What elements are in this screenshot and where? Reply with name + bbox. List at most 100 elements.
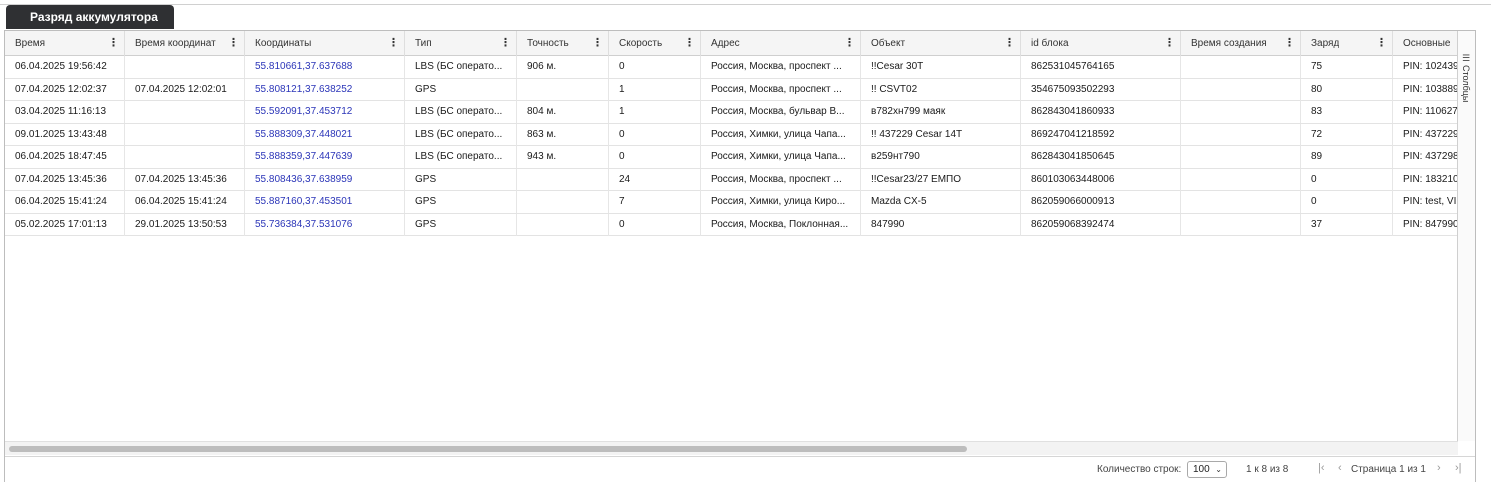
table-row[interactable]: 07.04.2025 12:02:37 07.04.2025 12:02:01 55… (5, 78, 1458, 101)
column-menu-icon[interactable]: ⋮ (1376, 31, 1387, 56)
column-header-time[interactable]: Время ⋮ (5, 31, 125, 56)
last-page-icon[interactable]: ›| (1455, 462, 1462, 474)
cell-coord-time: 07.04.2025 13:45:36 (125, 168, 245, 191)
cell-speed: 0 (609, 213, 701, 236)
column-menu-icon[interactable]: ⋮ (1004, 31, 1015, 56)
column-header-speed[interactable]: Скорость ⋮ (609, 31, 701, 56)
cell-accuracy (517, 191, 609, 213)
column-header-created[interactable]: Время создания ⋮ (1181, 31, 1301, 56)
column-header-label: Время создания (1191, 38, 1267, 49)
columns-icon: ☰ (1462, 53, 1471, 63)
cell-object: 847990 (861, 213, 1021, 236)
column-header-coords[interactable]: Координаты ⋮ (245, 31, 405, 56)
cell-time: 07.04.2025 12:02:37 (5, 78, 125, 101)
coordinates-link[interactable]: 55.810661,37.637688 (245, 56, 405, 78)
grid-header: Время ⋮ Время координат ⋮ Координаты ⋮ Тип ⋮ Точ… (5, 31, 1458, 56)
tab-battery-discharge[interactable]: Разряд аккумулятора (6, 5, 174, 29)
table-row[interactable]: 06.04.2025 19:56:42 55.810661,37.637688 LB… (5, 56, 1458, 79)
cell-block-id: 862843041850645 (1021, 146, 1181, 168)
cell-accuracy: 804 м. (517, 101, 609, 123)
cell-coord-time (125, 56, 245, 78)
column-header-address[interactable]: Адрес ⋮ (701, 31, 861, 56)
column-menu-icon[interactable]: ⋮ (388, 31, 399, 56)
column-menu-icon[interactable]: ⋮ (844, 31, 855, 56)
column-header-label: Точность (527, 38, 569, 49)
data-grid: Время ⋮ Время координат ⋮ Координаты ⋮ Тип ⋮ Точ… (4, 30, 1476, 482)
cell-address: Россия, Москва, проспект ... (701, 56, 861, 78)
cell-block-id: 862531045764165 (1021, 56, 1181, 78)
cell-main: PIN: 1106271 (1393, 101, 1458, 123)
cell-main: PIN: 1024391 (1393, 56, 1458, 78)
columns-sidebar: ☰ Столбцы (1457, 31, 1475, 441)
cell-charge: 72 (1301, 123, 1393, 146)
coordinates-link[interactable]: 55.808121,37.638252 (245, 78, 405, 101)
pagination-footer: Количество строк: 100 ⌄ 1 к 8 из 8 |‹ ‹ … (5, 456, 1475, 482)
table-row[interactable]: 09.01.2025 13:43:48 55.888309,37.448021 LB… (5, 123, 1458, 146)
column-menu-icon[interactable]: ⋮ (592, 31, 603, 56)
cell-speed: 0 (609, 146, 701, 168)
table-row[interactable]: 03.04.2025 11:16:13 55.592091,37.453712 LB… (5, 101, 1458, 124)
column-header-accuracy[interactable]: Точность ⋮ (517, 31, 609, 56)
coordinates-link[interactable]: 55.888359,37.447639 (245, 146, 405, 168)
table-row[interactable]: 05.02.2025 17:01:13 29.01.2025 13:50:53 55… (5, 213, 1458, 236)
cell-time: 06.04.2025 18:47:45 (5, 146, 125, 168)
cell-address: Россия, Химки, улица Чапа... (701, 146, 861, 168)
cell-type: LBS (БС операто... (405, 56, 517, 78)
cell-time: 06.04.2025 19:56:42 (5, 56, 125, 78)
coordinates-link[interactable]: 55.736384,37.531076 (245, 213, 405, 236)
column-header-label: Заряд (1311, 38, 1340, 49)
coordinates-link[interactable]: 55.808436,37.638959 (245, 168, 405, 191)
row-range-label: 1 к 8 из 8 (1246, 464, 1289, 475)
column-header-block-id[interactable]: id блока ⋮ (1021, 31, 1181, 56)
coordinates-link[interactable]: 55.592091,37.453712 (245, 101, 405, 123)
column-menu-icon[interactable]: ⋮ (684, 31, 695, 56)
column-menu-icon[interactable]: ⋮ (1164, 31, 1175, 56)
coordinates-link[interactable]: 55.887160,37.453501 (245, 191, 405, 213)
cell-address: Россия, Химки, улица Киро... (701, 191, 861, 213)
coordinates-link[interactable]: 55.888309,37.448021 (245, 123, 405, 146)
rows-per-page-select[interactable]: 100 ⌄ (1187, 461, 1227, 478)
column-header-label: id блока (1031, 38, 1069, 49)
first-page-icon[interactable]: |‹ (1318, 462, 1325, 474)
columns-panel-button[interactable]: ☰ Столбцы (1458, 49, 1475, 113)
cell-charge: 80 (1301, 78, 1393, 101)
grid-viewport: Время ⋮ Время координат ⋮ Координаты ⋮ Тип ⋮ Точ… (5, 31, 1458, 441)
column-header-charge[interactable]: Заряд ⋮ (1301, 31, 1393, 56)
cell-address: Россия, Москва, бульвар В... (701, 101, 861, 123)
cell-main: PIN: 437229 (1393, 124, 1458, 146)
horizontal-scrollbar-thumb[interactable] (9, 446, 967, 452)
column-header-object[interactable]: Объект ⋮ (861, 31, 1021, 56)
rows-per-page-value: 100 (1193, 464, 1210, 475)
cell-created (1181, 78, 1301, 101)
cell-charge: 0 (1301, 191, 1393, 213)
column-header-label: Тип (415, 38, 432, 49)
column-menu-icon[interactable]: ⋮ (1284, 31, 1295, 56)
cell-type: GPS (405, 78, 517, 101)
table-row[interactable]: 06.04.2025 15:41:24 06.04.2025 15:41:24 55… (5, 191, 1458, 214)
horizontal-scrollbar[interactable] (5, 441, 1458, 455)
cell-main: PIN: 1832100 (1393, 169, 1458, 191)
column-header-type[interactable]: Тип ⋮ (405, 31, 517, 56)
cell-charge: 89 (1301, 146, 1393, 168)
cell-main: PIN: 437298 (1393, 146, 1458, 168)
column-menu-icon[interactable]: ⋮ (228, 31, 239, 56)
cell-object: !! 437229 Cesar 14T (861, 123, 1021, 146)
prev-page-icon[interactable]: ‹ (1338, 462, 1342, 474)
column-menu-icon[interactable]: ⋮ (108, 31, 119, 56)
table-row[interactable]: 07.04.2025 13:45:36 07.04.2025 13:45:36 55… (5, 168, 1458, 191)
columns-panel-label: Столбцы (1461, 65, 1471, 103)
cell-time: 06.04.2025 15:41:24 (5, 191, 125, 213)
top-divider (0, 4, 1491, 5)
cell-created (1181, 123, 1301, 146)
next-page-icon[interactable]: › (1437, 462, 1441, 474)
cell-address: Россия, Москва, Поклонная... (701, 213, 861, 236)
cell-object: в782хн799 маяк (861, 101, 1021, 123)
column-header-main[interactable]: Основные⋮ (1393, 31, 1458, 56)
cell-speed: 7 (609, 191, 701, 213)
column-menu-icon[interactable]: ⋮ (500, 31, 511, 56)
cell-speed: 0 (609, 56, 701, 78)
table-row[interactable]: 06.04.2025 18:47:45 55.888359,37.447639 LB… (5, 146, 1458, 169)
column-header-coord-time[interactable]: Время координат ⋮ (125, 31, 245, 56)
cell-coord-time (125, 101, 245, 123)
cell-type: LBS (БС операто... (405, 101, 517, 123)
